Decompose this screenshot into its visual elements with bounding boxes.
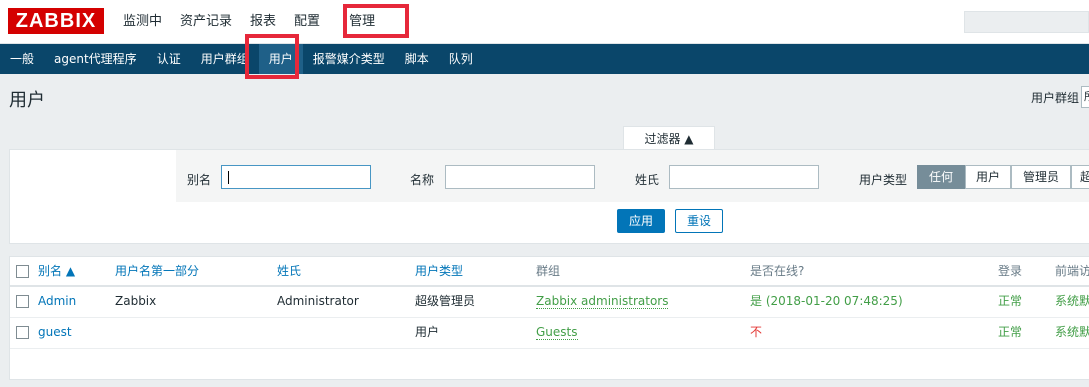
submenu-queue[interactable]: 队列	[439, 44, 483, 74]
menu-monitoring[interactable]: 监测中	[114, 0, 171, 44]
submenu-users[interactable]: 用户	[258, 44, 303, 74]
header-name[interactable]: 用户名第一部分	[115, 257, 199, 285]
header-user-type[interactable]: 用户类型	[415, 257, 463, 285]
filter-panel: 别名 名称 姓氏 用户类型 任何 用户 管理员 超 应用 重设	[9, 149, 1089, 244]
alias-input[interactable]	[221, 165, 371, 189]
select-all-checkbox[interactable]	[16, 265, 29, 278]
submenu-media-types[interactable]: 报警媒介类型	[303, 44, 395, 74]
surname-input[interactable]	[669, 165, 819, 189]
user-group-link[interactable]: Zabbix administrators	[536, 294, 669, 309]
apply-button[interactable]: 应用	[617, 209, 665, 233]
user-group-cell: Zabbix administrators	[536, 287, 669, 316]
table-row: Admin Zabbix Administrator 超级管理员 Zabbix …	[10, 287, 1089, 318]
user-surname: Administrator	[277, 294, 359, 308]
table-row: guest 用户 Guests 不 正常 系统默	[10, 318, 1089, 349]
menu-inventory[interactable]: 资产记录	[171, 0, 241, 44]
users-table: 别名 ▲ 用户名第一部分 姓氏 用户类型 群组 是否在线? 登录 前端访 Adm…	[9, 256, 1089, 380]
user-type-super-admin[interactable]: 超	[1071, 165, 1089, 189]
user-group-link[interactable]: Guests	[536, 325, 578, 340]
menu-reports[interactable]: 报表	[241, 0, 285, 44]
header-frontend-access: 前端访	[1055, 264, 1089, 278]
row-checkbox[interactable]	[16, 295, 29, 308]
table-header: 别名 ▲ 用户名第一部分 姓氏 用户类型 群组 是否在线? 登录 前端访	[10, 257, 1089, 287]
submenu-scripts[interactable]: 脚本	[395, 44, 439, 74]
main-menu: 监测中 资产记录 报表 配置 管理	[114, 0, 389, 44]
user-type-admin[interactable]: 管理员	[1011, 165, 1071, 189]
header-online: 是否在线?	[750, 264, 805, 278]
user-online-status: 不	[750, 325, 763, 339]
user-name: Zabbix	[115, 294, 157, 308]
menu-administration[interactable]: 管理	[335, 0, 389, 44]
user-login-status[interactable]: 正常	[998, 287, 1022, 316]
user-type-user[interactable]: 用户	[965, 165, 1011, 189]
user-type-any[interactable]: 任何	[917, 165, 965, 189]
header-login: 登录	[998, 264, 1023, 278]
surname-label: 姓氏	[635, 173, 660, 187]
menu-configuration[interactable]: 配置	[285, 0, 329, 44]
row-checkbox[interactable]	[16, 326, 29, 339]
submenu-general[interactable]: 一般	[0, 44, 44, 74]
filter-tab[interactable]: 过滤器 ▲	[623, 126, 715, 150]
user-online-status: 是 (2018-01-20 07:48:25)	[750, 294, 903, 308]
user-group-cell: Guests	[536, 318, 578, 347]
user-alias-link[interactable]: guest	[38, 318, 72, 347]
header-groups: 群组	[536, 264, 561, 278]
name-label: 名称	[410, 173, 435, 187]
user-frontend-access[interactable]: 系统默	[1055, 287, 1089, 316]
reset-button[interactable]: 重设	[675, 209, 723, 233]
user-login-status[interactable]: 正常	[998, 318, 1022, 347]
alias-label: 别名	[187, 173, 212, 187]
submenu-user-groups[interactable]: 用户群组	[191, 44, 259, 74]
user-frontend-access[interactable]: 系统默	[1055, 318, 1089, 347]
user-type: 超级管理员	[415, 294, 476, 308]
name-input[interactable]	[445, 165, 595, 189]
sub-menu: 一般 agent代理程序 认证 用户群组 用户 报警媒介类型 脚本 队列	[0, 44, 1089, 74]
zabbix-logo[interactable]: ZABBIX	[8, 8, 104, 34]
search-input[interactable]	[964, 11, 1089, 33]
user-group-select[interactable]: 所	[1081, 86, 1089, 108]
submenu-authentication[interactable]: 认证	[147, 44, 191, 74]
text-caret	[228, 171, 229, 184]
user-alias-link[interactable]: Admin	[38, 287, 76, 316]
user-type: 用户	[415, 325, 440, 339]
header-surname[interactable]: 姓氏	[277, 257, 301, 285]
user-group-label: 用户群组	[1031, 91, 1080, 105]
page-title: 用户	[9, 90, 45, 111]
user-type-label: 用户类型	[859, 173, 908, 187]
top-bar: ZABBIX 监测中 资产记录 报表 配置 管理	[0, 0, 1089, 44]
header-alias[interactable]: 别名 ▲	[38, 257, 75, 285]
submenu-proxies[interactable]: agent代理程序	[44, 44, 147, 74]
